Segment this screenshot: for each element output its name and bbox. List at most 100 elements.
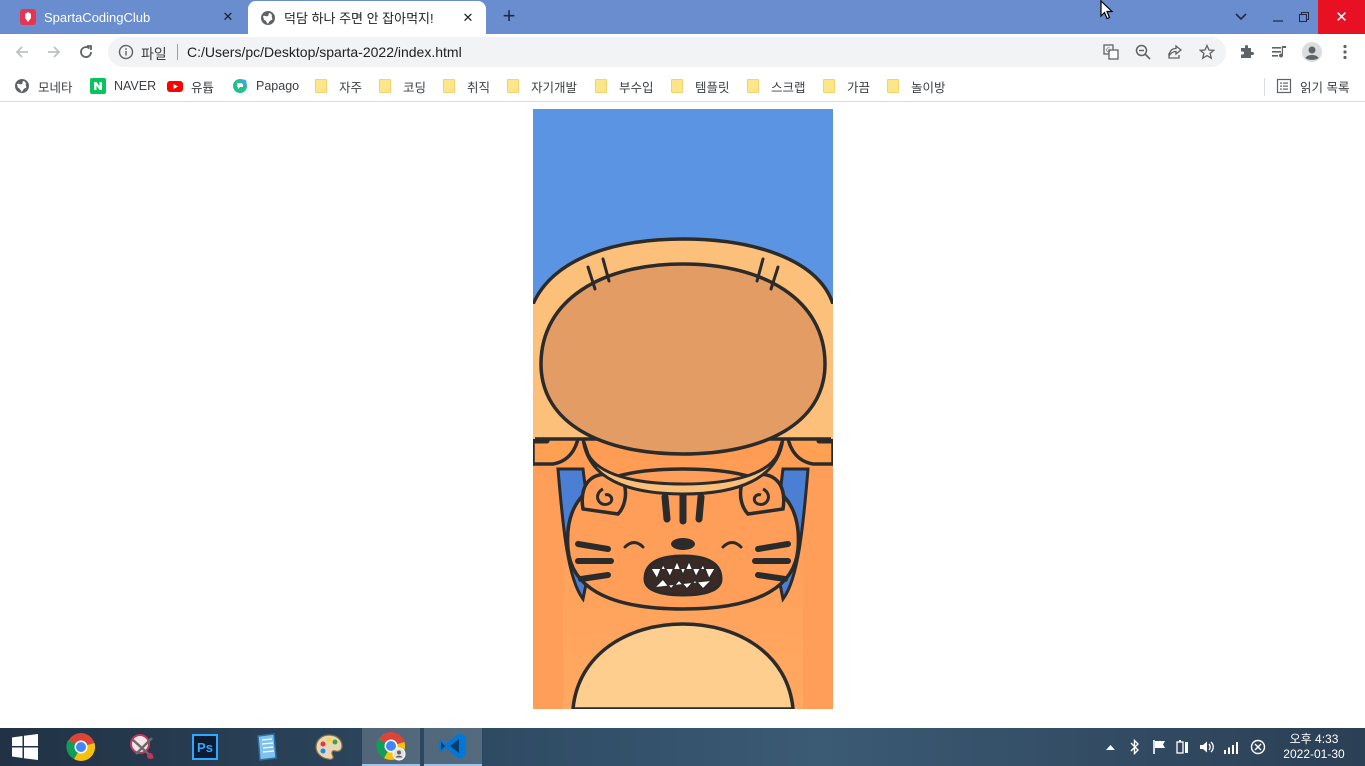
- url-text[interactable]: C:/Users/pc/Desktop/sparta-2022/index.ht…: [187, 44, 462, 60]
- folder-icon: [671, 79, 683, 93]
- tiger-illustration: [533, 109, 833, 709]
- chevron-up-icon[interactable]: [1102, 728, 1118, 766]
- bookmark-youtube[interactable]: 유튭: [167, 76, 214, 96]
- translate-icon[interactable]: G: [1103, 44, 1119, 60]
- volume-icon[interactable]: [1198, 728, 1216, 766]
- bookmark-label: 자주: [339, 80, 363, 95]
- photoshop-app[interactable]: Ps: [179, 728, 231, 766]
- bookmark-folder-9[interactable]: 놀이방: [885, 76, 946, 96]
- battery-icon[interactable]: [1174, 728, 1192, 766]
- tab-close-icon[interactable]: ✕: [218, 7, 238, 27]
- arrow-right-icon: [48, 46, 61, 58]
- tab-close-icon[interactable]: ✕: [458, 8, 478, 28]
- media-icon[interactable]: [1270, 43, 1288, 61]
- clock-date: 2022-01-30: [1283, 747, 1345, 761]
- chrome-app[interactable]: [55, 728, 107, 766]
- vscode-icon: [439, 733, 466, 759]
- profile-icon[interactable]: [1302, 42, 1322, 62]
- new-tab-button[interactable]: +: [496, 5, 522, 29]
- reload-button[interactable]: [74, 40, 98, 64]
- bookmark-label: 자기개발: [531, 80, 578, 95]
- scissors-icon: [130, 734, 154, 759]
- bookmark-label: 취직: [467, 80, 491, 95]
- bookmark-label: 모네타: [38, 80, 73, 95]
- browser-toolbar: 파일 C:/Users/pc/Desktop/sparta-2022/index…: [0, 34, 1365, 70]
- mouse-cursor-icon: [1100, 0, 1114, 20]
- bookmark-moneta[interactable]: 모네타: [14, 76, 73, 96]
- star-icon[interactable]: [1199, 44, 1215, 60]
- tab-strip: SpartaCodingClub ✕ 덕담 하나 주면 안 잡아먹지! ✕ + …: [0, 0, 1365, 34]
- omnibox-divider: [177, 44, 178, 60]
- bookmarks-divider: [1264, 78, 1265, 96]
- bookmark-folder-6[interactable]: 템플릿: [669, 76, 730, 96]
- globe-icon: [15, 79, 29, 93]
- paint-tool-app[interactable]: [117, 728, 169, 766]
- bookmark-label: 유튭: [191, 80, 215, 95]
- bookmark-folder-1[interactable]: 자주: [313, 76, 362, 96]
- reading-list-icon: [1276, 78, 1292, 94]
- notepad-icon: [257, 733, 277, 761]
- arrow-left-icon: [15, 46, 28, 58]
- bookmark-folder-4[interactable]: 자기개발: [505, 76, 577, 96]
- bookmark-label: Papago: [256, 79, 300, 93]
- papago-icon: [233, 79, 247, 93]
- clock-time: 오후 4:33: [1289, 732, 1339, 746]
- start-button[interactable]: [0, 728, 50, 766]
- palette-icon: [315, 734, 343, 760]
- taskbar-clock[interactable]: 오후 4:33 2022-01-30: [1272, 732, 1356, 762]
- reading-list-label: 읽기 목록: [1300, 80, 1350, 95]
- bookmark-naver[interactable]: NAVER: [90, 76, 156, 96]
- bookmark-label: 놀이방: [911, 80, 946, 95]
- folder-icon: [823, 79, 835, 93]
- chrome-icon: [66, 733, 96, 761]
- folder-icon: [507, 79, 519, 93]
- bookmark-folder-3[interactable]: 취직: [441, 76, 490, 96]
- youtube-icon: [167, 81, 183, 92]
- folder-icon: [443, 79, 455, 93]
- bookmark-label: NAVER: [114, 79, 157, 93]
- notification-icon[interactable]: [1248, 728, 1268, 766]
- notepad-app[interactable]: [241, 728, 293, 766]
- folder-icon: [379, 79, 391, 93]
- folder-icon: [315, 79, 327, 93]
- zoom-out-icon[interactable]: [1135, 44, 1151, 60]
- forward-button[interactable]: [42, 40, 66, 64]
- bookmark-label: 템플릿: [695, 80, 730, 95]
- chrome-icon: [376, 732, 406, 761]
- tab-title: SpartaCodingClub: [44, 9, 151, 25]
- vscode-app[interactable]: [424, 728, 482, 766]
- bookmark-folder-8[interactable]: 가끔: [821, 76, 870, 96]
- paint-app[interactable]: [303, 728, 355, 766]
- extensions-icon[interactable]: [1238, 43, 1256, 61]
- bookmark-label: 코딩: [403, 80, 427, 95]
- browser-window: SpartaCodingClub ✕ 덕담 하나 주면 안 잡아먹지! ✕ + …: [0, 0, 1365, 766]
- bookmark-folder-7[interactable]: 스크랩: [745, 76, 806, 96]
- reload-icon: [80, 45, 92, 58]
- info-icon[interactable]: [118, 44, 134, 60]
- close-icon[interactable]: ✕: [1318, 0, 1365, 34]
- bookmark-folder-2[interactable]: 코딩: [377, 76, 426, 96]
- folder-icon: [595, 79, 607, 93]
- bookmark-papago[interactable]: Papago: [232, 76, 299, 96]
- reading-list-button[interactable]: 읽기 목록: [1276, 76, 1349, 96]
- svg-text:G: G: [1106, 47, 1111, 54]
- chrome-profile-app[interactable]: [362, 728, 420, 766]
- tab-spartacodingclub[interactable]: SpartaCodingClub ✕: [8, 0, 246, 34]
- back-button[interactable]: [10, 40, 34, 64]
- bluetooth-icon[interactable]: [1126, 728, 1144, 766]
- folder-icon: [887, 79, 899, 93]
- basket-inner: [539, 262, 827, 456]
- tab-title: 덕담 하나 주면 안 잡아먹지!: [284, 11, 434, 26]
- restore-icon[interactable]: [1290, 0, 1318, 34]
- menu-icon[interactable]: [1336, 43, 1354, 61]
- network-icon[interactable]: [1222, 728, 1240, 766]
- share-icon[interactable]: [1167, 44, 1183, 60]
- bookmark-folder-5[interactable]: 부수입: [593, 76, 654, 96]
- flag-icon[interactable]: [1150, 728, 1168, 766]
- address-bar[interactable]: 파일 C:/Users/pc/Desktop/sparta-2022/index…: [108, 37, 1226, 67]
- tab-search-icon[interactable]: [1228, 0, 1254, 34]
- tab-active-page[interactable]: 덕담 하나 주면 안 잡아먹지! ✕: [248, 1, 486, 34]
- photoshop-label: Ps: [197, 739, 213, 755]
- photoshop-icon: Ps: [192, 734, 218, 760]
- site-info-label[interactable]: 파일: [141, 44, 167, 64]
